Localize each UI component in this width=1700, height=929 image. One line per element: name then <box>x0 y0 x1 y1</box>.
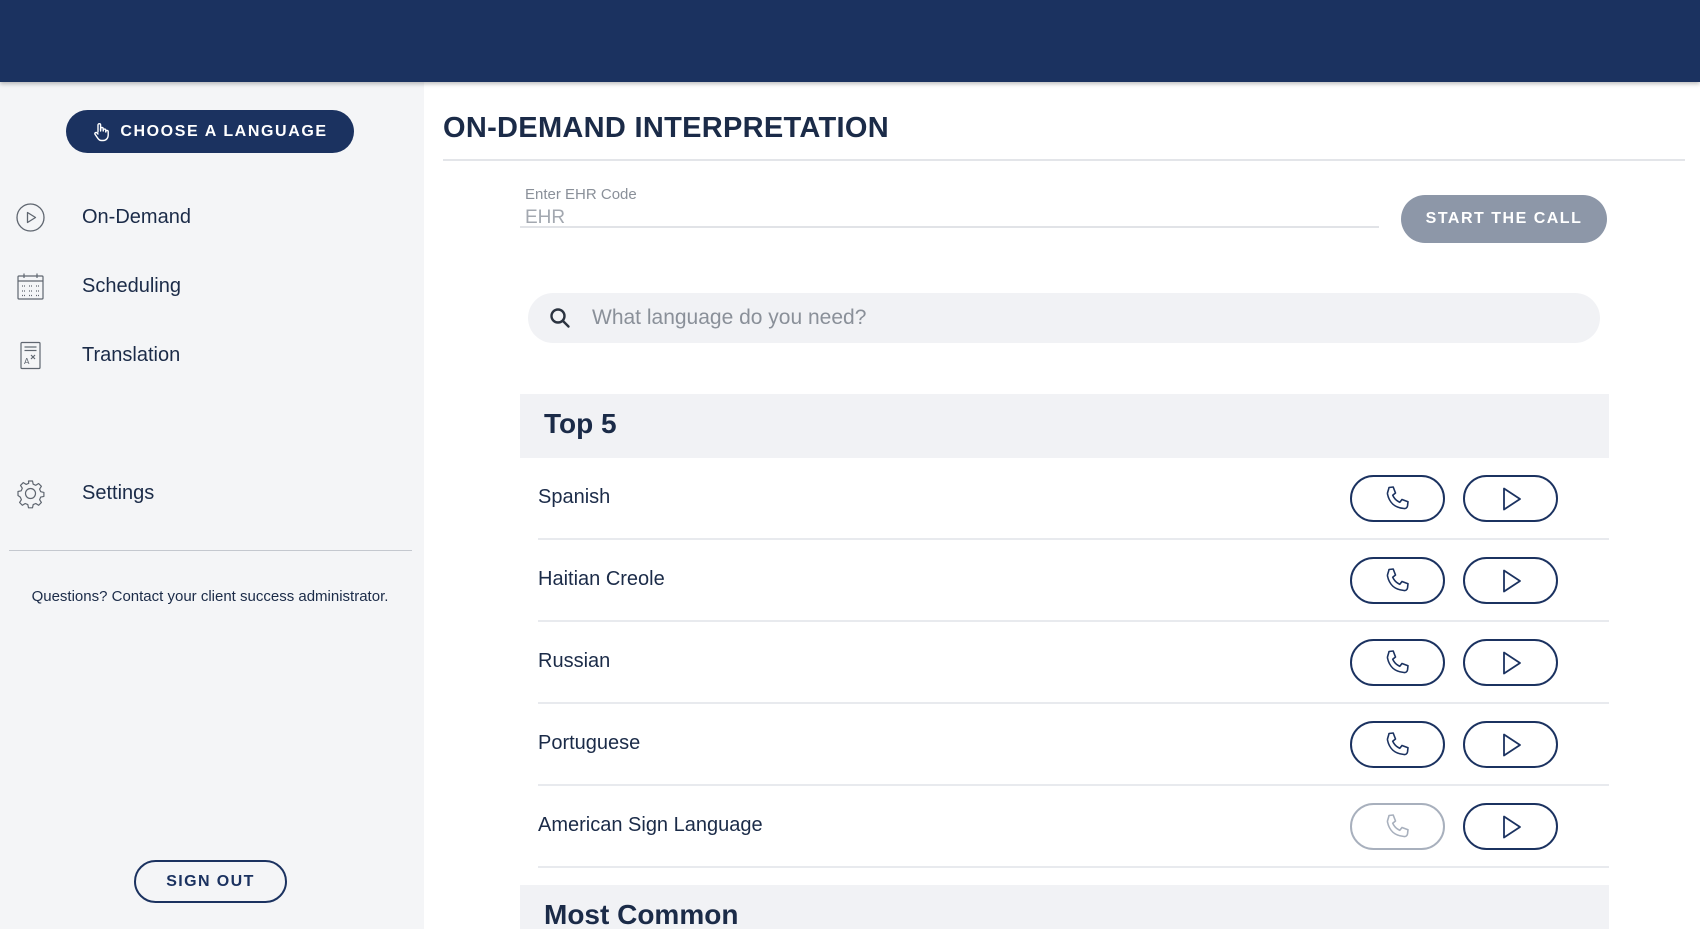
audio-call-button[interactable] <box>1350 557 1445 604</box>
choose-language-button[interactable]: CHOOSE A LANGUAGE <box>66 110 354 153</box>
language-row: Spanish <box>538 458 1609 540</box>
sign-out-button[interactable]: SIGN OUT <box>134 860 287 903</box>
ehr-code-input[interactable] <box>520 206 1370 230</box>
language-row: American Sign Language <box>538 786 1609 868</box>
phone-icon <box>1386 567 1409 591</box>
nav-item-settings[interactable]: Settings <box>0 468 424 518</box>
choose-language-label: CHOOSE A LANGUAGE <box>120 122 328 140</box>
document-translate-icon: A <box>15 340 46 371</box>
start-call-button[interactable]: START THE CALL <box>1401 195 1607 243</box>
phone-icon <box>1386 813 1409 837</box>
questions-contact-text: Questions? Contact your client success a… <box>31 588 389 605</box>
language-row: Russian <box>538 622 1609 704</box>
video-call-button[interactable] <box>1463 475 1558 522</box>
language-name: American Sign Language <box>538 814 763 836</box>
nav-label-translation: Translation <box>82 343 181 366</box>
section-title-top-5: Top 5 <box>544 408 617 439</box>
play-icon <box>1502 569 1521 592</box>
audio-call-button[interactable] <box>1350 721 1445 768</box>
video-call-button[interactable] <box>1463 721 1558 768</box>
nav-item-on-demand[interactable]: On-Demand <box>0 192 424 242</box>
nav-item-scheduling[interactable]: Scheduling <box>0 261 424 311</box>
language-name: Haitian Creole <box>538 568 665 590</box>
title-divider <box>443 159 1685 161</box>
phone-icon <box>1386 731 1409 755</box>
sidebar-divider <box>9 550 412 551</box>
ehr-code-label: Enter EHR Code <box>525 186 637 203</box>
phone-icon <box>1386 485 1409 509</box>
play-icon <box>1502 815 1521 838</box>
language-name: Russian <box>538 650 611 672</box>
section-header-top-5: Top 5 <box>520 394 1609 458</box>
audio-call-button[interactable] <box>1350 639 1445 686</box>
section-title-most-common: Most Common <box>544 899 739 929</box>
language-search <box>528 293 1600 343</box>
language-name: Spanish <box>538 486 611 508</box>
language-search-input[interactable] <box>592 293 1582 343</box>
play-icon <box>1502 733 1521 756</box>
gear-icon <box>15 478 46 509</box>
nav-item-translation[interactable]: A Translation <box>0 330 424 380</box>
audio-call-button[interactable] <box>1350 475 1445 522</box>
nav-label-on-demand: On-Demand <box>82 205 191 228</box>
nav-label-scheduling: Scheduling <box>82 274 181 297</box>
main-content: ON-DEMAND INTERPRETATION Enter EHR Code … <box>424 82 1700 929</box>
phone-icon <box>1386 649 1409 673</box>
language-name: Portuguese <box>538 732 641 754</box>
audio-call-button-disabled <box>1350 803 1445 850</box>
language-row: Portuguese <box>538 704 1609 786</box>
language-row: Haitian Creole <box>538 540 1609 622</box>
play-icon <box>1502 487 1521 510</box>
video-call-button[interactable] <box>1463 557 1558 604</box>
play-circle-icon <box>15 202 46 233</box>
play-icon <box>1502 651 1521 674</box>
nav-label-settings: Settings <box>82 481 155 504</box>
video-call-button[interactable] <box>1463 803 1558 850</box>
svg-text:A: A <box>24 357 30 366</box>
search-icon <box>550 308 570 328</box>
section-header-most-common: Most Common <box>520 885 1609 929</box>
calendar-icon <box>15 271 46 302</box>
ehr-code-field: Enter EHR Code <box>520 182 1379 230</box>
sidebar: CHOOSE A LANGUAGE On-Demand Scheduling A… <box>0 82 424 929</box>
video-call-button[interactable] <box>1463 639 1558 686</box>
top-header-bar <box>0 0 1700 82</box>
hand-pointer-icon <box>94 122 110 141</box>
page-title: ON-DEMAND INTERPRETATION <box>443 112 889 144</box>
